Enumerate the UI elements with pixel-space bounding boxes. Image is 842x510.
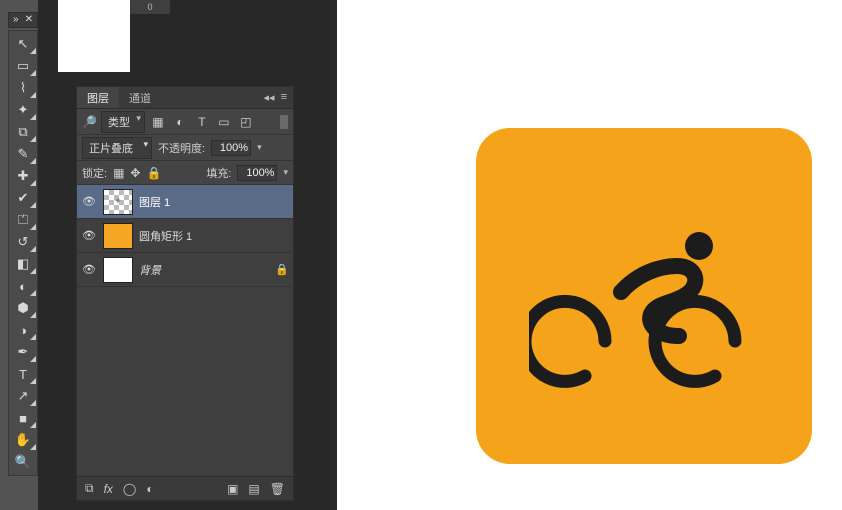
panel-collapse-icon[interactable]: ◂◂ [264, 91, 275, 104]
tab-channels[interactable]: 通道 [119, 87, 161, 108]
new-layer-icon[interactable]: ▤ [248, 482, 259, 496]
lock-pixels-icon[interactable]: ▦ [113, 166, 124, 180]
move-tool[interactable]: ↖ [9, 33, 37, 55]
trash-icon[interactable]: 🗑 [270, 482, 285, 496]
type-tool[interactable]: T [9, 363, 37, 385]
visibility-icon[interactable]: 👁 [81, 195, 97, 208]
opacity-label: 不透明度: [158, 140, 205, 156]
lock-label: 锁定: [82, 165, 107, 181]
app-icon-artwork [476, 128, 812, 464]
visibility-icon[interactable]: 👁 [81, 229, 97, 242]
shape-tool[interactable]: ■ [9, 407, 37, 429]
lock-all-icon[interactable]: 🔒 [146, 166, 161, 180]
brush-tool[interactable]: ✔ [9, 187, 37, 209]
toolbar-tabstrip: » ✕ [8, 12, 38, 28]
layer-row[interactable]: 👁 圆角矩形 1 [77, 219, 293, 253]
layer-name: 图层 1 [139, 194, 170, 210]
blend-row: 正片叠底 不透明度: ▾ [77, 135, 293, 161]
zoom-tool[interactable]: 🔍 [9, 451, 37, 473]
cyclist-icon [529, 196, 759, 396]
dodge-tool[interactable]: ◑ [9, 319, 37, 341]
crop-tool[interactable]: ⧉ [9, 121, 37, 143]
fill-input[interactable] [237, 165, 277, 181]
gradient-tool[interactable]: ◐ [9, 275, 37, 297]
stamp-tool[interactable]: ⏍ [9, 209, 37, 231]
filter-toggle[interactable] [280, 115, 288, 129]
eyedropper-tool[interactable]: ✎ [9, 143, 37, 165]
wand-tool[interactable]: ✦ [9, 99, 37, 121]
tab-layers[interactable]: 图层 [77, 87, 119, 108]
link-layers-icon[interactable]: ⧉ [85, 481, 94, 496]
toolbar-collapse-arrow[interactable]: » [13, 15, 19, 25]
blur-tool[interactable]: ⬢ [9, 297, 37, 319]
layers-footer: ⧉ fx ◯ ◐ ▣ ▤ 🗑 [77, 476, 293, 500]
layer-thumbnail[interactable] [103, 189, 133, 215]
tool-palette: ↖▭⌇✦⧉✎✚✔⏍↺◧◐⬢◑✒T↗■✋🔍 [8, 30, 38, 476]
canvas-area: 0 图层 通道 ◂◂ ≡ 🔎 类型 ▦ ◐ T ▭ ◰ 正 [38, 0, 337, 510]
layer-name: 圆角矩形 1 [139, 228, 192, 244]
group-icon[interactable]: ▣ [227, 482, 238, 496]
layers-list: 👁 图层 1 👁 圆角矩形 1 👁 背景 🔒 [77, 185, 293, 476]
fill-label: 填充: [206, 165, 231, 181]
layer-thumbnail[interactable] [103, 223, 133, 249]
panel-tabs: 图层 通道 ◂◂ ≡ [77, 87, 293, 109]
lock-row: 锁定: ▦ ✥ 🔒 填充: ▾ [77, 161, 293, 185]
filter-pixel-icon[interactable]: ▦ [149, 114, 167, 130]
lasso-tool[interactable]: ⌇ [9, 77, 37, 99]
healing-tool[interactable]: ✚ [9, 165, 37, 187]
eraser-tool[interactable]: ◧ [9, 253, 37, 275]
fill-stepper-icon[interactable]: ▾ [283, 167, 288, 178]
layer-thumbnail[interactable] [103, 257, 133, 283]
history-brush-tool[interactable]: ↺ [9, 231, 37, 253]
opacity-input[interactable] [211, 140, 251, 156]
path-select-tool[interactable]: ↗ [9, 385, 37, 407]
layer-name: 背景 [139, 262, 161, 278]
marquee-tool[interactable]: ▭ [9, 55, 37, 77]
document-canvas[interactable] [58, 0, 130, 72]
hand-tool[interactable]: ✋ [9, 429, 37, 451]
lock-position-icon[interactable]: ✥ [130, 166, 140, 180]
layer-row[interactable]: 👁 背景 🔒 [77, 253, 293, 287]
blend-mode-select[interactable]: 正片叠底 [82, 137, 152, 159]
fx-icon[interactable]: fx [104, 482, 113, 496]
lock-icon: 🔒 [275, 263, 289, 276]
filter-shape-icon[interactable]: ▭ [215, 114, 233, 130]
layer-filter-bar: 🔎 类型 ▦ ◐ T ▭ ◰ [77, 109, 293, 135]
adjustment-icon[interactable]: ◐ [146, 482, 153, 496]
filter-adjust-icon[interactable]: ◐ [171, 114, 189, 130]
search-icon[interactable]: 🔎 [82, 115, 97, 129]
panel-menu-icon[interactable]: ≡ [281, 91, 287, 104]
toolbar-close-icon[interactable]: ✕ [25, 15, 33, 25]
pen-tool[interactable]: ✒ [9, 341, 37, 363]
filter-kind-select[interactable]: 类型 [101, 111, 145, 133]
filter-type-icon[interactable]: T [193, 114, 211, 130]
layer-row[interactable]: 👁 图层 1 [77, 185, 293, 219]
filter-smart-icon[interactable]: ◰ [237, 114, 255, 130]
ruler-mark: 0 [130, 0, 170, 14]
opacity-stepper-icon[interactable]: ▾ [257, 142, 262, 153]
mask-icon[interactable]: ◯ [123, 482, 136, 496]
visibility-icon[interactable]: 👁 [81, 263, 97, 276]
layers-panel: 图层 通道 ◂◂ ≡ 🔎 类型 ▦ ◐ T ▭ ◰ 正片叠底 不透明度: [76, 86, 294, 501]
photoshop-ui: » ✕ ↖▭⌇✦⧉✎✚✔⏍↺◧◐⬢◑✒T↗■✋🔍 0 图层 通道 ◂◂ ≡ 🔎 … [0, 0, 337, 510]
